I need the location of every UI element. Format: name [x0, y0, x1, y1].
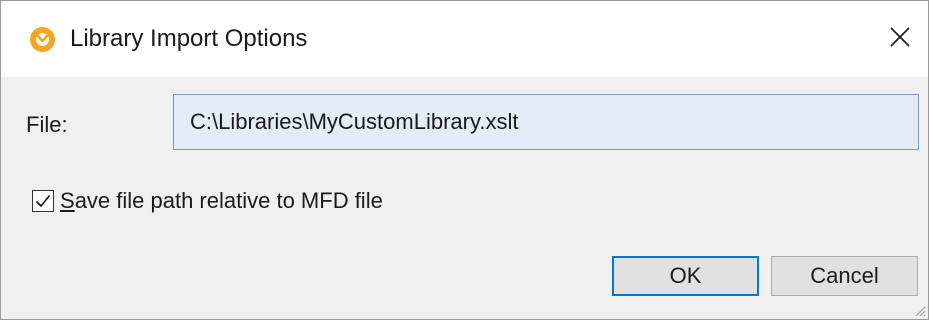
ok-button[interactable]: OK [612, 256, 759, 296]
dialog-content: File: Save file path relative to MFD fil… [1, 77, 928, 319]
close-button[interactable] [872, 1, 928, 77]
app-icon [29, 26, 56, 53]
library-import-options-dialog: Library Import Options File: Save file p… [0, 0, 929, 320]
file-label: File: [26, 112, 68, 137]
window-title: Library Import Options [70, 25, 308, 52]
checkbox-box[interactable] [32, 190, 54, 212]
save-relative-path-checkbox[interactable]: Save file path relative to MFD file [32, 187, 383, 215]
close-icon [890, 26, 910, 52]
checkbox-label: Save file path relative to MFD file [60, 188, 383, 213]
title-bar: Library Import Options [1, 1, 928, 77]
resize-grip-icon[interactable] [912, 303, 926, 317]
file-path-field[interactable] [173, 94, 919, 150]
checkmark-icon [35, 194, 51, 208]
cancel-button[interactable]: Cancel [771, 256, 918, 296]
